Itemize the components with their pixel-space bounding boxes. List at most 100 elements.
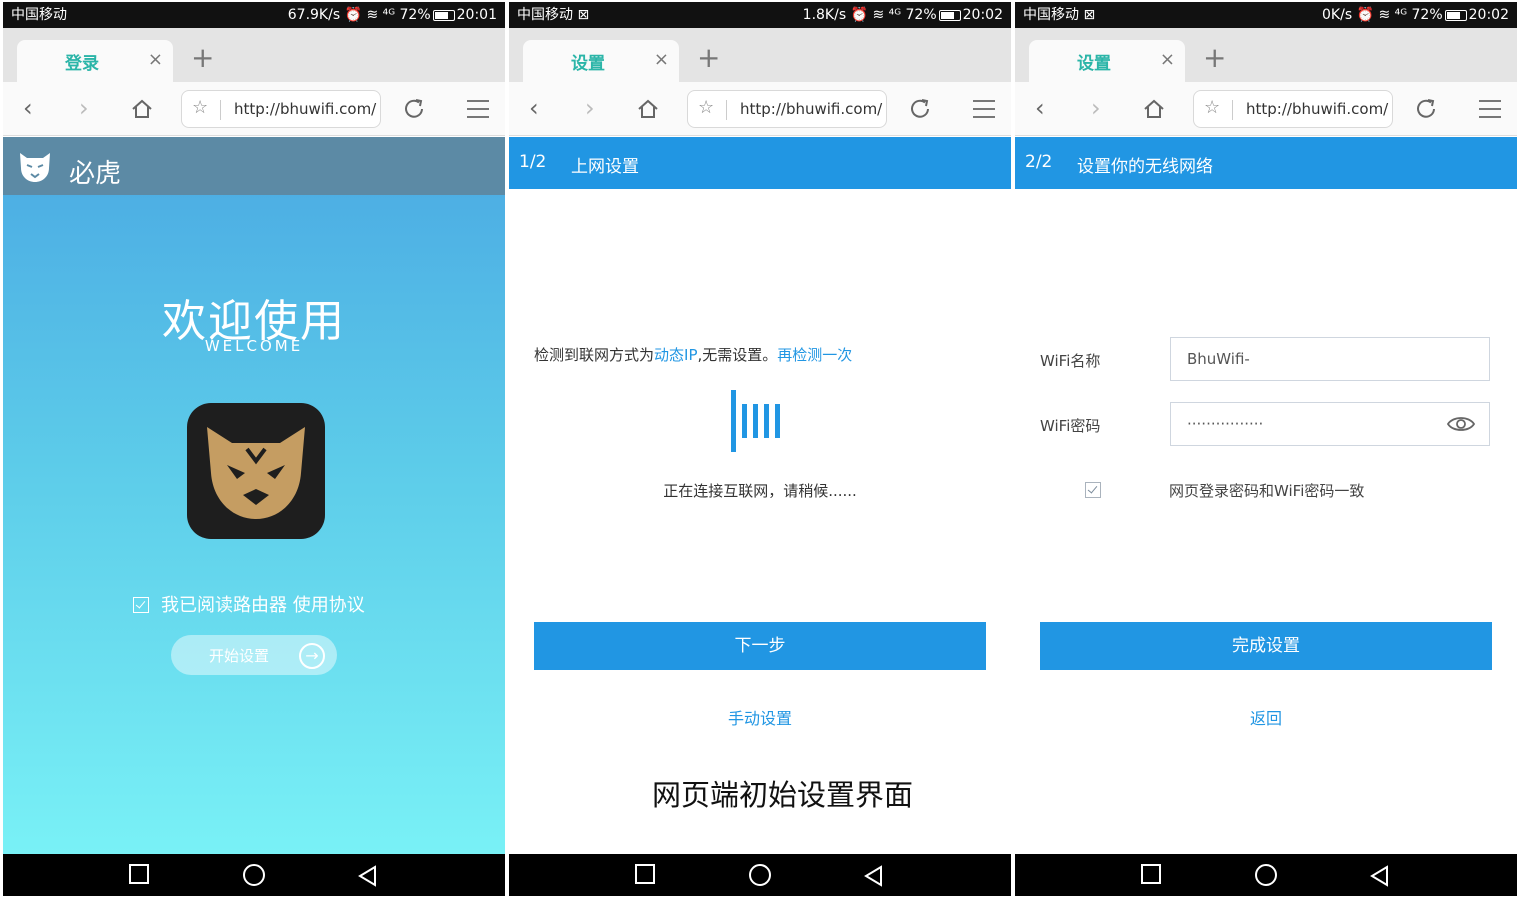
manual-setup-link[interactable]: 手动设置: [509, 705, 1011, 729]
refresh-icon[interactable]: [1413, 96, 1439, 122]
finish-setup-button[interactable]: 完成设置: [1040, 622, 1492, 670]
url-text: http://bhuwifi.com/: [234, 100, 377, 118]
wifi-name-label: WiFi名称: [1040, 352, 1101, 370]
tab-close-icon[interactable]: ×: [148, 49, 163, 70]
status-indicators: 0K/s ⏰ ≋ ⁴ᴳ 72% 20:02: [1322, 2, 1509, 28]
star-icon[interactable]: ☆: [1204, 97, 1220, 118]
figure-caption: 网页端初始设置界面: [651, 778, 913, 812]
status-text: 67.9K/s ⏰ ≋ ⁴ᴳ 72%: [287, 7, 431, 23]
wifi-name-field[interactable]: BhuWifi-: [1170, 337, 1490, 381]
url-text: http://bhuwifi.com/: [1246, 100, 1389, 118]
tiger-logo-icon: [207, 427, 305, 519]
menu-icon[interactable]: [1479, 100, 1501, 118]
url-divider: [1232, 100, 1233, 120]
step-title: 上网设置: [571, 157, 639, 177]
status-indicators: 67.9K/s ⏰ ≋ ⁴ᴳ 72% 20:01: [288, 2, 497, 28]
checkbox-icon[interactable]: [133, 597, 149, 613]
connection-type-link[interactable]: 动态IP: [654, 346, 697, 364]
tab-title: 设置: [1077, 54, 1111, 74]
forward-icon[interactable]: ›: [585, 94, 595, 122]
url-bar[interactable]: ☆ http://bhuwifi.com/: [687, 90, 887, 128]
browser-toolbar: ‹ › ☆ http://bhuwifi.com/: [509, 82, 1011, 136]
status-text: 1.8K/s ⏰ ≋ ⁴ᴳ 72%: [802, 7, 937, 23]
new-tab-icon[interactable]: +: [1203, 44, 1226, 72]
browser-tab[interactable]: 设置 ×: [1029, 40, 1185, 82]
url-bar[interactable]: ☆ http://bhuwifi.com/: [1193, 90, 1393, 128]
battery-icon: [432, 9, 455, 21]
wifi-password-label: WiFi密码: [1040, 417, 1101, 435]
clock: 20:01: [456, 7, 497, 23]
back-icon[interactable]: ‹: [529, 94, 539, 122]
forward-icon[interactable]: ›: [1091, 94, 1101, 122]
connecting-status: 正在连接互联网，请稍候......: [663, 482, 857, 500]
star-icon[interactable]: ☆: [698, 97, 714, 118]
eye-icon[interactable]: [1447, 415, 1475, 433]
status-indicators: 1.8K/s ⏰ ≋ ⁴ᴳ 72% 20:02: [803, 2, 1003, 28]
home-icon[interactable]: [637, 98, 659, 120]
refresh-icon[interactable]: [907, 96, 933, 122]
back-icon[interactable]: ‹: [1035, 94, 1045, 122]
home-button-icon[interactable]: [749, 864, 771, 886]
step-counter: 1/2: [519, 152, 547, 172]
back-link[interactable]: 返回: [1015, 705, 1517, 729]
home-icon[interactable]: [1143, 98, 1165, 120]
browser-tab[interactable]: 登录 ×: [17, 40, 173, 82]
agreement-checkbox[interactable]: 我已阅读路由器 使用协议: [133, 591, 365, 617]
forward-icon[interactable]: ›: [79, 94, 89, 122]
back-icon[interactable]: ‹: [23, 94, 33, 122]
next-step-button[interactable]: 下一步: [534, 622, 986, 670]
clock: 20:02: [962, 7, 1003, 23]
new-tab-icon[interactable]: +: [191, 44, 214, 72]
battery-icon: [938, 9, 961, 21]
back-button-icon[interactable]: [1369, 865, 1389, 887]
same-password-label: 网页登录密码和WiFi密码一致: [1169, 482, 1365, 500]
detect-again-link[interactable]: 再检测一次: [777, 346, 852, 364]
carrier-label: 中国移动: [11, 7, 67, 23]
status-bar: 中国移动 ⊠ 1.8K/s ⏰ ≋ ⁴ᴳ 72% 20:02: [509, 2, 1011, 28]
loading-bars-icon: [731, 390, 780, 452]
back-button-icon[interactable]: [863, 865, 883, 887]
menu-icon[interactable]: [973, 100, 995, 118]
battery-icon: [1444, 9, 1467, 21]
phone-screen-step1: 中国移动 ⊠ 1.8K/s ⏰ ≋ ⁴ᴳ 72% 20:02 设置 × + ‹ ›…: [509, 2, 1011, 896]
menu-icon[interactable]: [467, 100, 489, 118]
browser-toolbar: ‹ › ☆ http://bhuwifi.com/: [1015, 82, 1517, 136]
browser-toolbar: ‹ › ☆ http://bhuwifi.com/: [3, 82, 505, 136]
detection-message: 检测到联网方式为动态IP,无需设置。再检测一次: [534, 344, 852, 365]
back-button-icon[interactable]: [357, 865, 377, 887]
phone-screen-login: 中国移动 67.9K/s ⏰ ≋ ⁴ᴳ 72% 20:01 登录 × + ‹ › …: [3, 2, 505, 896]
system-nav-bar: [3, 854, 505, 896]
url-divider: [726, 100, 727, 120]
home-icon[interactable]: [131, 98, 153, 120]
recent-apps-icon[interactable]: [129, 864, 149, 884]
url-text: http://bhuwifi.com/: [740, 100, 883, 118]
tab-title: 登录: [65, 54, 99, 74]
start-setup-button[interactable]: 开始设置 →: [171, 635, 337, 675]
detect-prefix: 检测到联网方式为: [534, 346, 655, 364]
carrier-label: 中国移动 ⊠: [517, 7, 590, 23]
home-button-icon[interactable]: [1255, 864, 1277, 886]
same-password-checkbox[interactable]: 网页登录密码和WiFi密码一致: [1085, 480, 1364, 501]
system-nav-bar: [509, 854, 1011, 896]
refresh-icon[interactable]: [401, 96, 427, 122]
status-bar: 中国移动 ⊠ 0K/s ⏰ ≋ ⁴ᴳ 72% 20:02: [1015, 2, 1517, 28]
wifi-password-field[interactable]: ················: [1170, 402, 1490, 446]
home-button-icon[interactable]: [243, 864, 265, 886]
step-header: 2/2 设置你的无线网络: [1015, 137, 1517, 189]
browser-tab[interactable]: 设置 ×: [523, 40, 679, 82]
step-title: 设置你的无线网络: [1077, 157, 1213, 177]
recent-apps-icon[interactable]: [1141, 864, 1161, 884]
new-tab-icon[interactable]: +: [697, 44, 720, 72]
star-icon[interactable]: ☆: [192, 97, 208, 118]
step-header: 1/2 上网设置: [509, 137, 1011, 189]
agreement-label: 我已阅读路由器 使用协议: [161, 595, 365, 616]
checkbox-icon[interactable]: [1085, 482, 1101, 498]
url-bar[interactable]: ☆ http://bhuwifi.com/: [181, 90, 381, 128]
wifi-password-value: ················: [1187, 415, 1264, 433]
brand-header: 必虎: [3, 137, 505, 195]
arrow-right-icon: →: [299, 643, 325, 669]
recent-apps-icon[interactable]: [635, 864, 655, 884]
tab-close-icon[interactable]: ×: [1160, 49, 1175, 70]
tab-close-icon[interactable]: ×: [654, 49, 669, 70]
step-counter: 2/2: [1025, 152, 1053, 172]
